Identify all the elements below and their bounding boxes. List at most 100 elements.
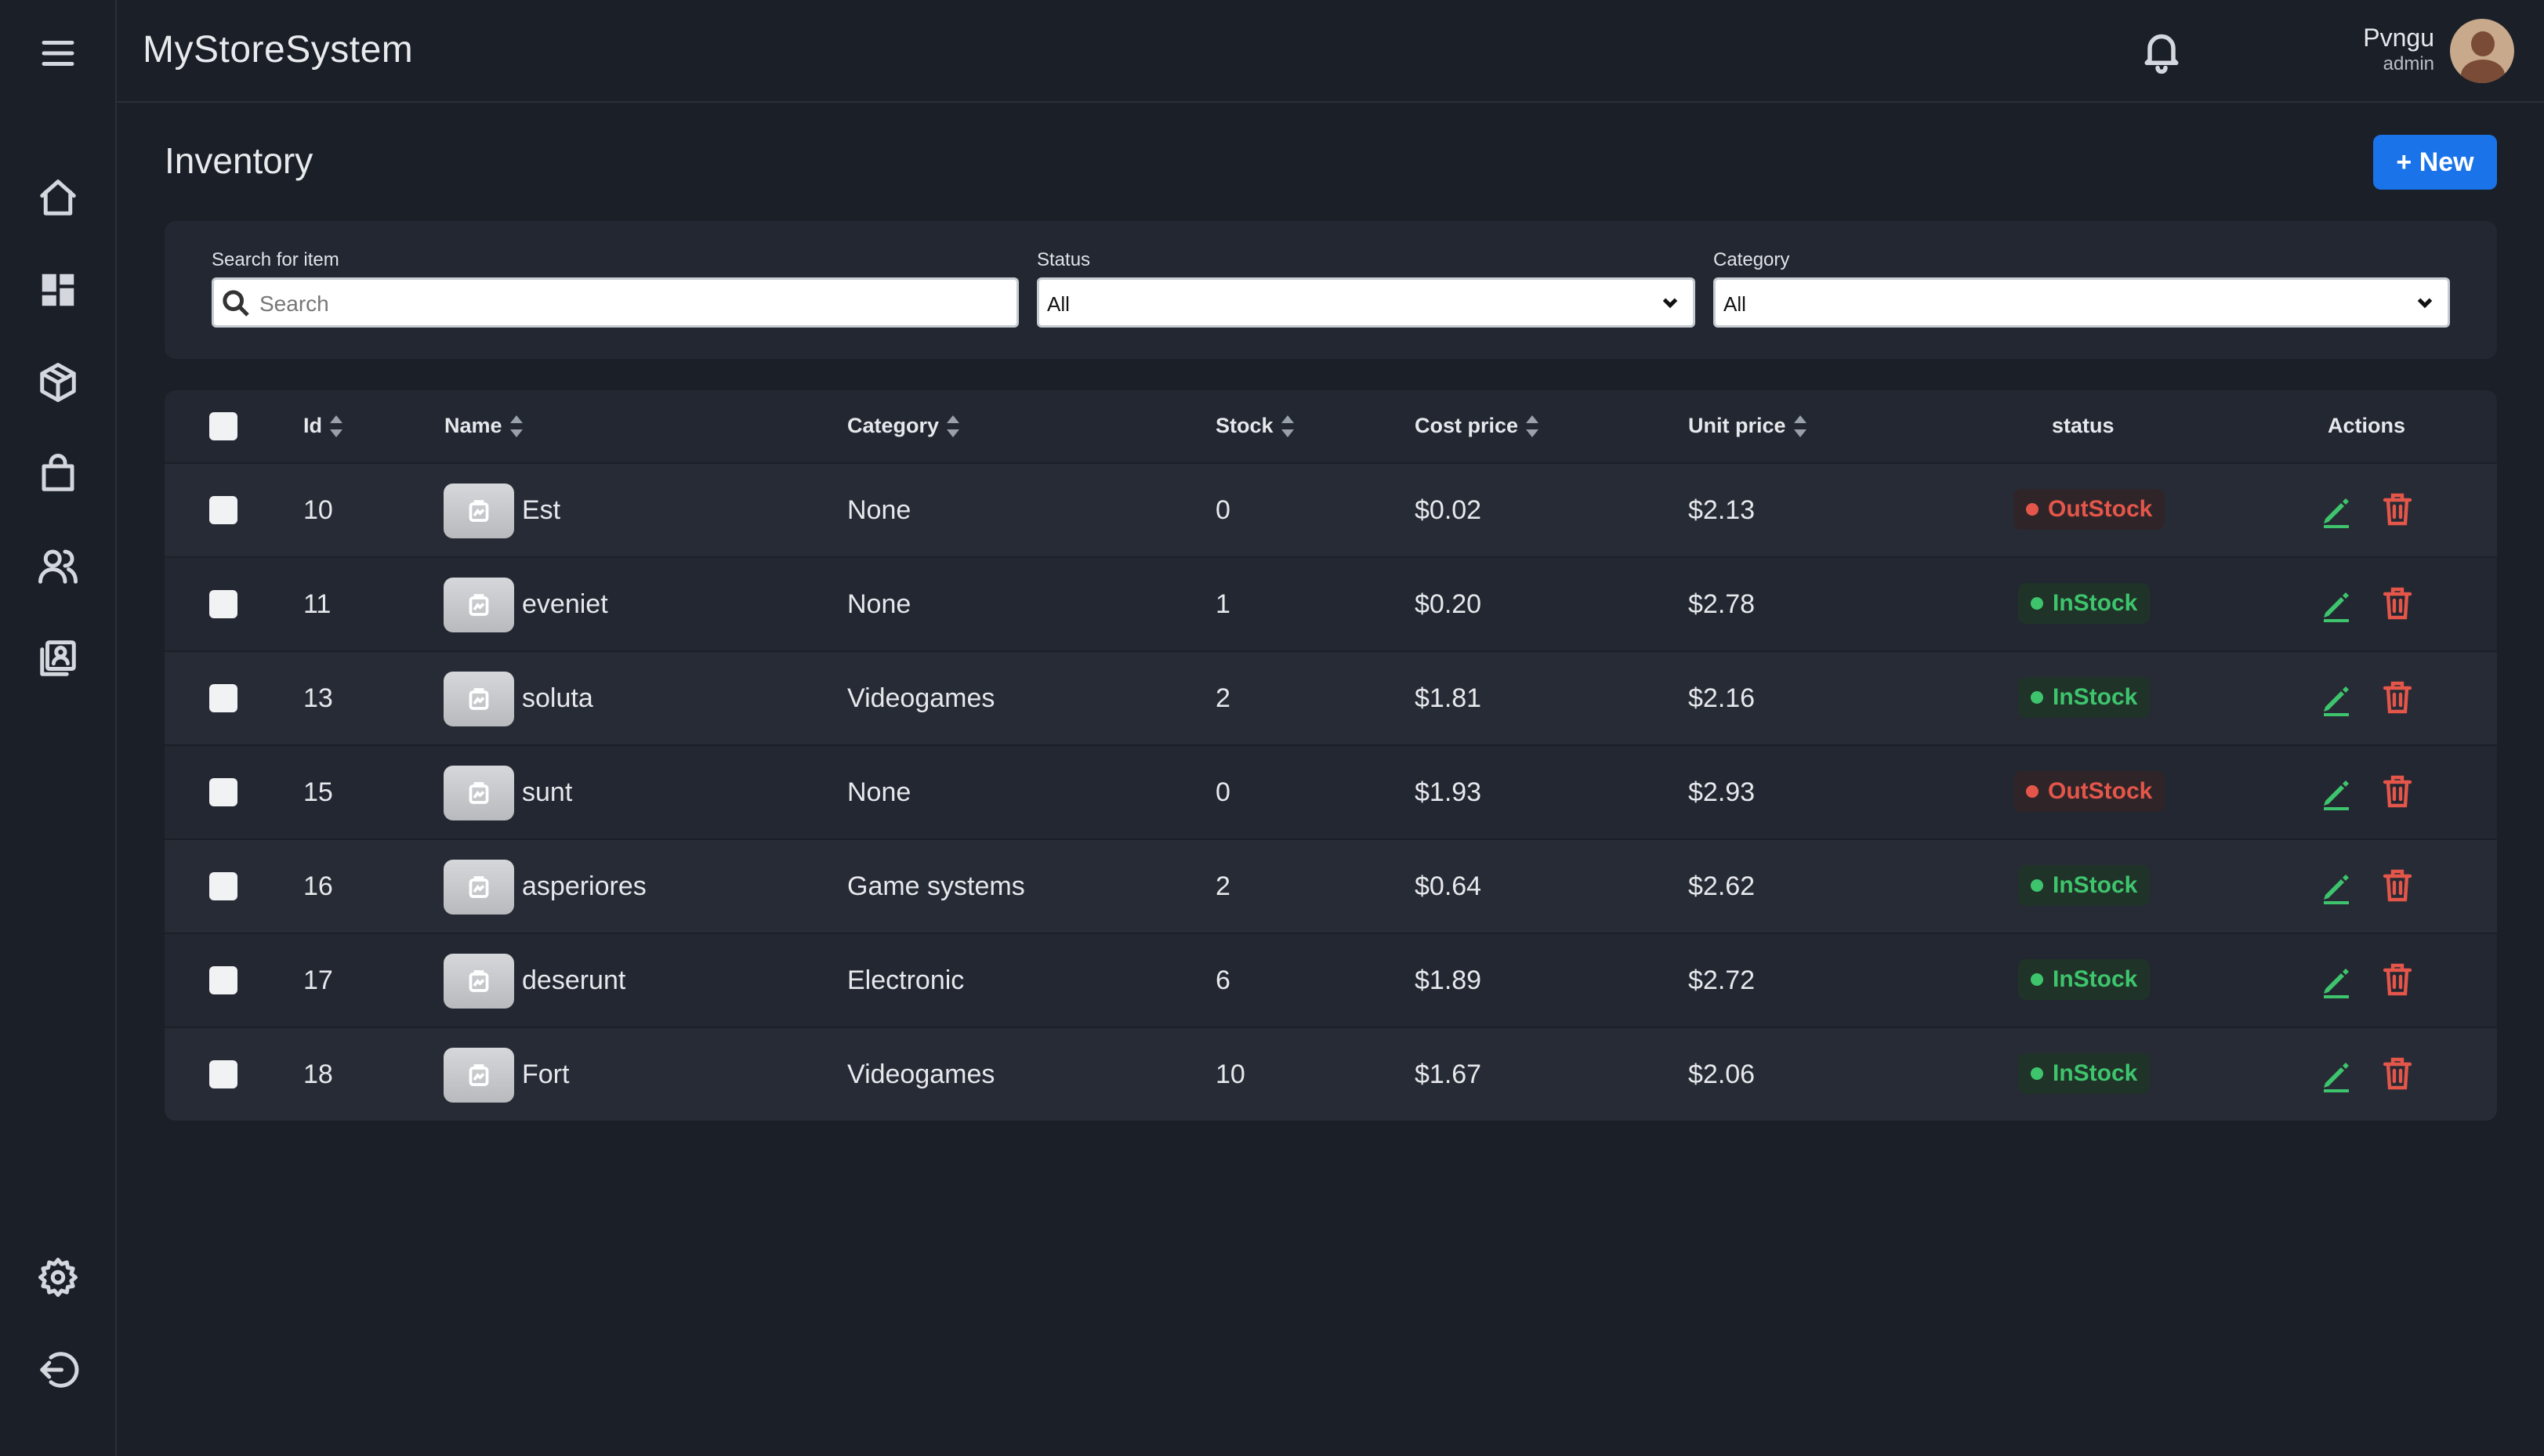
row-checkbox[interactable] (209, 1060, 237, 1088)
users-icon[interactable] (34, 542, 82, 589)
delete-icon[interactable] (2379, 585, 2416, 622)
sidebar (0, 0, 117, 1456)
sort-icon (1793, 415, 1807, 437)
status-label: Status (1037, 249, 1091, 270)
cell-unit-price: $2.78 (1688, 589, 1756, 619)
shopping-bag-icon[interactable] (34, 450, 82, 497)
row-checkbox[interactable] (209, 966, 237, 994)
sort-icon (330, 415, 342, 437)
row-checkbox[interactable] (209, 684, 237, 712)
home-icon[interactable] (34, 174, 82, 221)
cell-name[interactable]: deserunt (522, 965, 625, 996)
cell-unit-price: $2.72 (1688, 965, 1756, 995)
cell-name[interactable]: asperiores (522, 871, 647, 902)
cell-stock: 10 (1216, 1059, 1245, 1089)
category-select[interactable]: All (1713, 277, 2450, 328)
cell-cost-price: $1.93 (1415, 777, 1482, 807)
header-unit-price[interactable]: Unit price (1688, 414, 1807, 438)
cell-name[interactable]: Fort (522, 1059, 569, 1090)
new-item-button[interactable]: + New (2373, 135, 2497, 190)
edit-icon[interactable] (2318, 492, 2355, 530)
delete-icon[interactable] (2379, 1055, 2416, 1092)
filter-panel: Search for item Search Status All Catego… (165, 221, 2497, 359)
status-dot-icon (2031, 973, 2043, 986)
sort-icon (1281, 415, 1294, 437)
header-cost-price[interactable]: Cost price (1415, 414, 1539, 438)
avatar[interactable] (2450, 19, 2514, 83)
delete-icon[interactable] (2379, 867, 2416, 904)
select-all-checkbox[interactable] (209, 412, 237, 440)
notification-bell-icon[interactable] (2138, 27, 2185, 74)
menu-icon[interactable] (34, 30, 82, 77)
header-id[interactable]: Id (303, 414, 342, 438)
cell-category: None (847, 495, 911, 525)
settings-icon[interactable] (34, 1254, 82, 1301)
table-row[interactable]: 15 sunt None 0 $1.93 $2.93 OutStock (165, 744, 2497, 838)
page-title: Inventory (165, 140, 313, 181)
status-badge: InStock (2018, 583, 2151, 624)
edit-icon[interactable] (2318, 586, 2355, 624)
header-stock[interactable]: Stock (1216, 414, 1294, 438)
cell-id: 17 (303, 965, 333, 995)
delete-icon[interactable] (2379, 961, 2416, 998)
status-select-value: All (1047, 292, 1070, 316)
cell-cost-price: $0.02 (1415, 495, 1482, 525)
app-title: MyStoreSystem (143, 29, 414, 71)
table-row[interactable]: 11 eveniet None 1 $0.20 $2.78 InStock (165, 556, 2497, 650)
cell-id: 15 (303, 777, 333, 807)
row-checkbox[interactable] (209, 778, 237, 806)
table-row[interactable]: 13 soluta Videogames 2 $1.81 $2.16 InSto… (165, 650, 2497, 744)
header-name[interactable]: Name (444, 414, 523, 438)
edit-icon[interactable] (2318, 868, 2355, 906)
search-input[interactable]: Search (212, 277, 1019, 328)
search-label: Search for item (212, 249, 339, 270)
status-dot-icon (2026, 785, 2038, 798)
cell-cost-price: $0.20 (1415, 589, 1482, 619)
cell-unit-price: $2.16 (1688, 683, 1756, 713)
product-image (444, 766, 514, 820)
table-row[interactable]: 16 asperiores Game systems 2 $0.64 $2.62… (165, 838, 2497, 933)
status-dot-icon (2026, 503, 2038, 516)
cell-stock: 1 (1216, 589, 1230, 619)
cell-name[interactable]: Est (522, 495, 560, 526)
status-select[interactable]: All (1037, 277, 1695, 328)
dashboard-icon[interactable] (34, 266, 82, 313)
cell-id: 18 (303, 1059, 333, 1089)
cell-cost-price: $1.81 (1415, 683, 1482, 713)
cell-cost-price: $1.89 (1415, 965, 1482, 995)
delete-icon[interactable] (2379, 491, 2416, 528)
cell-unit-price: $2.62 (1688, 871, 1756, 901)
logout-icon[interactable] (34, 1346, 82, 1393)
delete-icon[interactable] (2379, 773, 2416, 810)
sort-icon (1526, 415, 1539, 437)
category-select-value: All (1723, 292, 1746, 316)
cell-name[interactable]: soluta (522, 683, 593, 714)
table-row[interactable]: 10 Est None 0 $0.02 $2.13 OutStock (165, 462, 2497, 556)
cell-cost-price: $0.64 (1415, 871, 1482, 901)
delete-icon[interactable] (2379, 679, 2416, 716)
cell-cost-price: $1.67 (1415, 1059, 1482, 1089)
table-row[interactable]: 18 Fort Videogames 10 $1.67 $2.06 InStoc… (165, 1027, 2497, 1121)
cell-name[interactable]: eveniet (522, 589, 608, 620)
cell-id: 13 (303, 683, 333, 713)
row-checkbox[interactable] (209, 872, 237, 900)
contacts-book-icon[interactable] (34, 635, 82, 682)
edit-icon[interactable] (2318, 774, 2355, 812)
cell-category: Game systems (847, 871, 1025, 901)
edit-icon[interactable] (2318, 962, 2355, 1000)
table-row[interactable]: 17 deserunt Electronic 6 $1.89 $2.72 InS… (165, 933, 2497, 1027)
header-actions: Actions (2328, 414, 2406, 437)
status-dot-icon (2031, 1067, 2043, 1080)
row-checkbox[interactable] (209, 590, 237, 618)
header-category[interactable]: Category (847, 414, 960, 438)
status-dot-icon (2031, 691, 2043, 704)
cell-stock: 6 (1216, 965, 1230, 995)
row-checkbox[interactable] (209, 496, 237, 524)
cell-name[interactable]: sunt (522, 777, 572, 808)
cell-id: 11 (303, 589, 332, 619)
edit-icon[interactable] (2318, 1056, 2355, 1094)
cell-category: Videogames (847, 1059, 995, 1089)
edit-icon[interactable] (2318, 680, 2355, 718)
box-icon[interactable] (34, 359, 82, 406)
product-image (444, 860, 514, 915)
